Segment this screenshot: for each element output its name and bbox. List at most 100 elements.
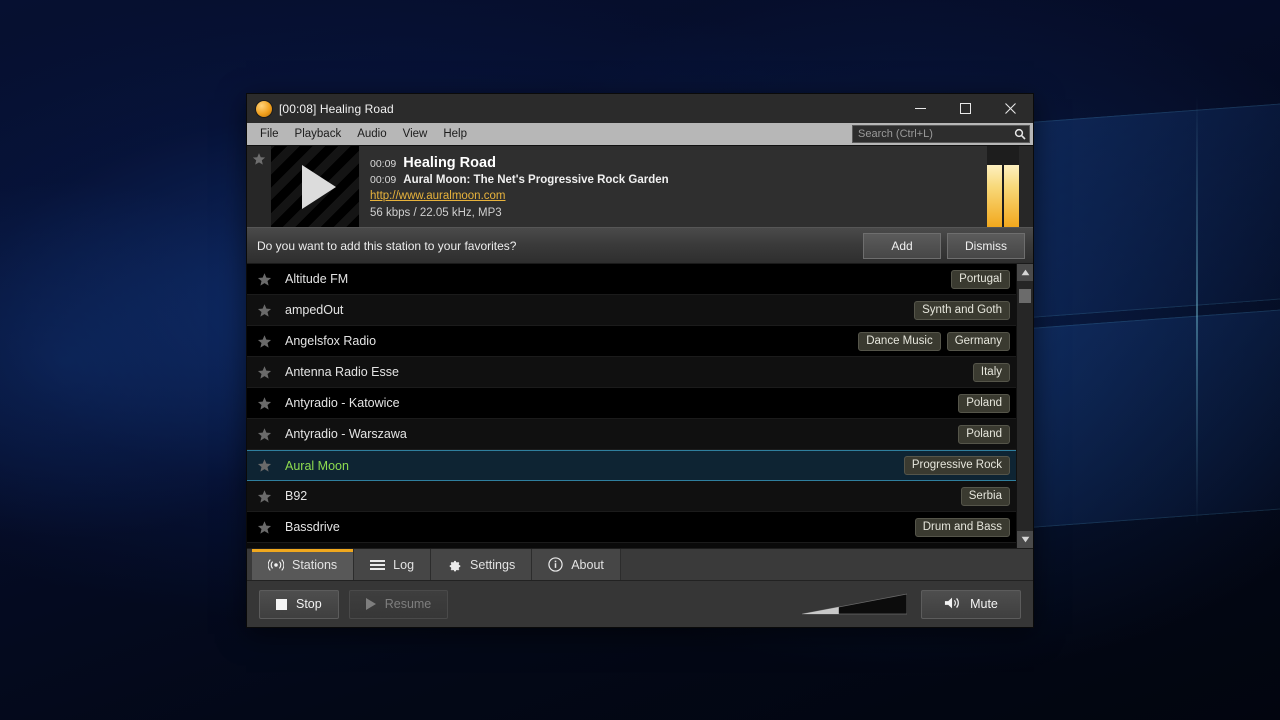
favorites-prompt-bar: Do you want to add this station to your … [247,227,1033,264]
station-tags: Portugal [951,269,1010,289]
station-name: ampedOut [285,303,344,317]
status-badge[interactable]: Poland [958,424,1010,444]
minimize-button[interactable] [898,94,943,123]
now-playing-favorite-toggle[interactable] [247,146,271,227]
station-tags: Serbia [960,486,1010,506]
search-input[interactable] [853,126,1011,142]
menu-item-help[interactable]: Help [435,123,475,145]
favorite-star-toggle[interactable] [257,334,279,349]
menu-item-file[interactable]: File [252,123,287,145]
scrollbar-thumb[interactable] [1019,289,1031,303]
tab-log[interactable]: Log [354,549,432,580]
favorite-star-toggle[interactable] [257,520,279,535]
status-badge[interactable]: Poland [958,393,1010,413]
station-name: Aural Moon [285,458,349,473]
status-badge[interactable]: Portugal [951,269,1010,289]
table-row[interactable]: Aural Moon Progressive Rock [247,450,1016,481]
status-badge[interactable]: Serbia [960,486,1010,506]
table-row[interactable]: Altitude FM Portugal [247,264,1016,295]
vu-meter-bar-left [987,165,1002,227]
favorite-star-toggle[interactable] [257,396,279,411]
add-favorite-button[interactable]: Add [863,232,941,259]
favorite-star-toggle[interactable] [257,303,279,318]
status-badge[interactable]: Dance Music [858,331,941,351]
stop-icon [276,598,287,610]
menu-item-audio[interactable]: Audio [349,123,394,145]
table-row[interactable]: Angelsfox Radio Dance Music Germany [247,326,1016,357]
close-button[interactable] [988,94,1033,123]
station-list[interactable]: Altitude FM Portugal ampedOut Synth and Got… [247,264,1016,548]
star-icon [257,272,272,286]
star-icon [257,303,272,317]
stop-button-label: Stop [296,597,322,611]
table-row[interactable]: Antyradio - Warszawa Poland [247,419,1016,450]
station-artwork[interactable] [271,146,359,227]
station-tags: Drum and Bass [914,517,1010,537]
table-row[interactable]: ampedOut Synth and Goth [247,295,1016,326]
favorite-star-toggle[interactable] [257,272,279,287]
now-playing-title-time: 00:09 [370,158,397,170]
gear-icon [447,557,462,572]
station-name: B92 [285,489,308,503]
table-row[interactable]: B92 Serbia [247,481,1016,512]
star-icon [257,459,272,472]
status-badge[interactable]: Synth and Goth [914,300,1010,320]
station-name: Antyradio - Warszawa [285,427,407,441]
status-badge[interactable]: Progressive Rock [903,456,1010,475]
tab-stations-label: Stations [292,557,338,572]
search-icon[interactable] [1011,126,1029,142]
scroll-up-button[interactable] [1017,264,1033,281]
station-url-link[interactable]: http://www.auralmoon.com [370,190,506,202]
tab-about-label: About [571,557,604,572]
favorite-star-toggle[interactable] [257,427,279,442]
tab-log-label: Log [393,557,415,572]
resume-button-label: Resume [384,597,432,611]
broadcast-icon [268,558,284,572]
status-badge[interactable]: Italy [972,362,1010,382]
resume-button[interactable]: Resume [348,589,449,619]
now-playing-description: Aural Moon: The Net's Progressive Rock G… [403,174,669,186]
stream-format: 56 kbps / 22.05 kHz, MP3 [370,207,502,219]
table-row[interactable]: Bassdrive Drum and Bass [247,512,1016,543]
menu-bar: File Playback Audio View Help [247,123,1033,145]
station-name: Antyradio - Katowice [285,396,400,410]
now-playing-info: 00:09 Healing Road 00:09 Aural Moon: The… [359,146,1033,227]
favorite-star-toggle[interactable] [257,365,279,380]
star-icon [257,365,272,379]
wallpaper-edge [1196,96,1198,526]
stop-button[interactable]: Stop [259,589,339,619]
menu-item-view[interactable]: View [395,123,436,145]
tab-settings[interactable]: Settings [431,549,533,580]
title-bar: [00:08] Healing Road [247,94,1033,123]
menu-item-playback[interactable]: Playback [287,123,350,145]
table-row[interactable]: Antenna Radio Esse Italy [247,357,1016,388]
table-row[interactable]: Antyradio - Katowice Poland [247,388,1016,419]
status-badge[interactable]: Drum and Bass [914,517,1010,537]
mute-button[interactable]: Mute [921,589,1021,619]
now-playing-title: Healing Road [403,155,496,171]
app-icon [256,100,272,117]
star-icon [257,427,272,441]
wallpaper-pane-top [1015,100,1280,320]
volume-slider[interactable] [802,593,907,615]
favorite-star-toggle[interactable] [257,489,279,504]
tab-stations[interactable]: Stations [252,549,355,580]
star-icon [257,334,272,348]
station-list-scrollbar[interactable] [1016,264,1033,548]
now-playing-gutter [1019,146,1033,227]
tab-bar: Stations Log Settings About [247,548,1033,580]
scroll-down-button[interactable] [1017,531,1033,548]
maximize-button[interactable] [943,94,988,123]
vu-meter [987,146,1019,227]
speaker-icon [944,596,961,613]
station-tags: Dance Music Germany [858,331,1010,351]
play-icon [365,598,376,610]
scrollbar-track[interactable] [1017,281,1033,531]
search-box[interactable] [852,125,1030,143]
dismiss-button[interactable]: Dismiss [947,232,1025,259]
favorite-star-toggle[interactable] [257,458,279,473]
status-badge[interactable]: Germany [946,331,1010,351]
window-title: [00:08] Healing Road [279,101,394,116]
station-tags: Poland [958,424,1010,444]
tab-about[interactable]: About [532,549,621,580]
